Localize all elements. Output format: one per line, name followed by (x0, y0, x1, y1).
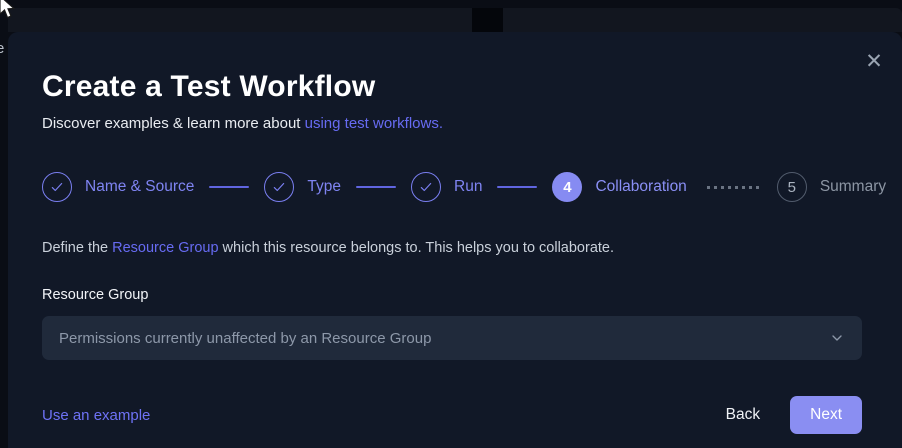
step-complete-circle (42, 172, 72, 202)
step-active-circle: 4 (552, 172, 582, 202)
background-top-band (8, 8, 902, 32)
step-label: Type (307, 178, 341, 196)
check-icon (272, 180, 286, 194)
step-connector (356, 186, 396, 188)
resource-group-select[interactable]: Permissions currently unaffected by an R… (42, 316, 862, 360)
step-name-and-source[interactable]: Name & Source (42, 172, 194, 202)
resource-group-label: Resource Group (42, 287, 862, 303)
step-upcoming-circle: 5 (777, 172, 807, 202)
use-an-example-link[interactable]: Use an example (42, 407, 150, 424)
step-dotted-connector (707, 186, 761, 189)
step-description: Define the Resource Group which this res… (42, 240, 862, 256)
step-complete-circle (411, 172, 441, 202)
description-text: which this resource belongs to. This hel… (219, 240, 614, 256)
step-run[interactable]: Run (411, 172, 482, 202)
resource-group-link[interactable]: Resource Group (112, 240, 218, 256)
check-icon (419, 180, 433, 194)
step-label: Run (454, 178, 482, 196)
background-top-band-notch (472, 8, 503, 32)
footer-actions: Back Next (716, 396, 862, 434)
modal-footer: Use an example Back Next (42, 396, 862, 434)
step-type[interactable]: Type (264, 172, 341, 202)
step-connector (497, 186, 537, 188)
background-clipped-text: e (0, 40, 4, 57)
step-label: Collaboration (595, 178, 686, 196)
using-test-workflows-link[interactable]: using test workflows. (305, 115, 443, 132)
select-placeholder-text: Permissions currently unaffected by an R… (59, 330, 431, 347)
modal-title: Create a Test Workflow (42, 70, 862, 104)
step-collaboration[interactable]: 4 Collaboration (552, 172, 686, 202)
app-screen: { "background": { "clipped_text": "e" },… (0, 0, 902, 448)
mouse-cursor-icon (0, 0, 18, 22)
wizard-stepper: Name & Source Type Run 4 Collaboration 5… (42, 172, 862, 202)
description-text: Define the (42, 240, 112, 256)
step-complete-circle (264, 172, 294, 202)
modal-subtitle: Discover examples & learn more about usi… (42, 115, 862, 132)
back-button[interactable]: Back (716, 398, 770, 432)
step-label: Summary (820, 178, 886, 196)
step-label: Name & Source (85, 178, 194, 196)
step-summary[interactable]: 5 Summary (777, 172, 886, 202)
subtitle-text: Discover examples & learn more about (42, 115, 305, 132)
step-connector (209, 186, 249, 188)
check-icon (50, 180, 64, 194)
close-icon[interactable]: ✕ (860, 48, 888, 76)
next-button[interactable]: Next (790, 396, 862, 434)
chevron-down-icon (829, 330, 845, 346)
create-test-workflow-modal: ✕ Create a Test Workflow Discover exampl… (8, 32, 902, 448)
